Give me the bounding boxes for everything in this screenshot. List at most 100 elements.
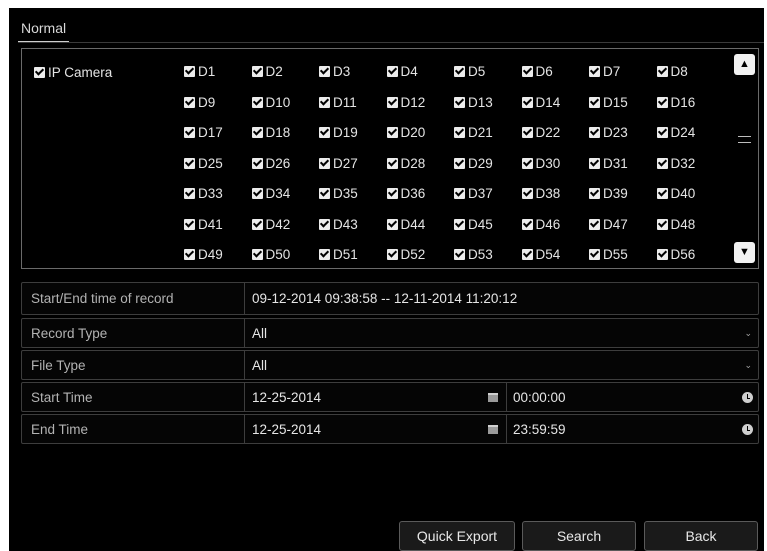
channel-checkbox[interactable]: D51 (319, 247, 387, 278)
checkbox-checked-icon (656, 157, 668, 169)
channel-label: D16 (670, 94, 696, 110)
channel-checkbox[interactable]: D41 (184, 217, 252, 248)
channel-checkbox[interactable]: D7 (589, 64, 657, 95)
checkbox-checked-icon (454, 66, 465, 77)
channel-checkbox[interactable]: D8 (656, 64, 725, 95)
channel-checkbox[interactable]: D18 (251, 125, 320, 156)
checkbox-checked-icon (656, 188, 668, 199)
record-type-select[interactable]: All (252, 319, 267, 347)
channel-checkbox[interactable]: D26 (251, 156, 320, 187)
tab-divider (18, 42, 764, 43)
channel-checkbox[interactable]: D54 (521, 247, 590, 278)
quick-export-button[interactable]: Quick Export (399, 521, 515, 551)
channel-label: D5 (468, 64, 486, 79)
scroll-track[interactable] (736, 78, 753, 239)
end-date-field[interactable]: 12-25-2014 (252, 415, 321, 443)
channel-checkbox[interactable]: D45 (454, 217, 522, 248)
channel-checkbox[interactable]: D20 (386, 125, 455, 156)
channel-checkbox[interactable]: D17 (184, 125, 252, 156)
tab-normal[interactable]: Normal (18, 15, 70, 43)
channel-checkbox[interactable]: D24 (656, 125, 725, 156)
scroll-up-button[interactable]: ▲ (734, 54, 755, 75)
checkbox-checked-icon (251, 188, 263, 199)
channel-checkbox[interactable]: D56 (656, 247, 725, 278)
end-time-label: End Time (31, 421, 89, 437)
channel-checkbox[interactable]: D28 (386, 156, 455, 187)
channel-checkbox[interactable]: D4 (386, 64, 455, 95)
channel-checkbox[interactable]: D16 (656, 94, 725, 126)
channel-checkbox[interactable]: D49 (184, 247, 252, 278)
channel-checkbox[interactable]: D46 (521, 217, 590, 248)
checkbox-checked-icon (589, 188, 600, 199)
channel-checkbox[interactable]: D43 (319, 217, 387, 248)
channel-checkbox[interactable]: D32 (656, 156, 725, 187)
checkbox-checked-icon (589, 249, 600, 260)
channel-checkbox[interactable]: D44 (386, 217, 455, 248)
channel-label: D41 (198, 216, 223, 232)
channel-checkbox[interactable]: D38 (521, 186, 590, 217)
channel-checkbox[interactable]: D15 (589, 95, 657, 126)
start-time-field[interactable]: 00:00:00 (513, 383, 566, 411)
channel-checkbox[interactable]: D22 (521, 125, 590, 156)
calendar-icon[interactable] (488, 425, 498, 434)
channel-checkbox[interactable]: D30 (521, 156, 590, 187)
channel-checkbox[interactable]: D37 (454, 186, 522, 217)
camera-selection-panel: IP Camera D1 D2 D3 D4 D5 D6 D7 D8 D9 D10 D11 D12 D13… (21, 48, 759, 269)
channel-checkbox[interactable]: D5 (454, 64, 522, 95)
checkbox-checked-icon (184, 127, 195, 138)
start-date-field[interactable]: 12-25-2014 (252, 383, 321, 411)
channel-label: D53 (468, 247, 493, 262)
record-type-row: Record Type All ⌄ (21, 318, 759, 348)
channel-checkbox[interactable]: D29 (454, 156, 522, 187)
channel-checkbox[interactable]: D53 (454, 247, 522, 278)
chevron-down-icon[interactable]: ⌄ (744, 351, 752, 379)
end-time-field[interactable]: 23:59:59 (513, 415, 566, 443)
channel-checkbox[interactable]: D50 (251, 247, 320, 278)
channel-checkbox[interactable]: D34 (251, 186, 320, 217)
channel-checkbox[interactable]: D35 (319, 186, 387, 217)
channel-checkbox[interactable]: D52 (386, 247, 455, 278)
channel-checkbox[interactable]: D2 (251, 64, 320, 95)
ip-camera-checkbox[interactable]: IP Camera (34, 65, 112, 80)
channel-checkbox[interactable]: D11 (319, 95, 387, 126)
channel-checkbox[interactable]: D39 (589, 186, 657, 217)
back-button[interactable]: Back (644, 521, 758, 551)
channel-checkbox[interactable]: D27 (319, 156, 387, 187)
channel-checkbox[interactable]: D33 (184, 186, 252, 217)
channel-checkbox[interactable]: D19 (319, 125, 387, 156)
checkbox-checked-icon (386, 218, 398, 230)
channel-checkbox[interactable]: D13 (454, 95, 522, 126)
channel-label: D33 (198, 186, 223, 201)
checkbox-checked-icon (184, 218, 195, 230)
channel-label: D48 (670, 216, 696, 232)
channel-checkbox[interactable]: D47 (589, 217, 657, 248)
file-type-select[interactable]: All (252, 351, 267, 379)
channel-checkbox[interactable]: D48 (656, 216, 725, 248)
channel-checkbox[interactable]: D40 (656, 186, 725, 217)
channel-checkbox[interactable]: D21 (454, 125, 522, 156)
channel-checkbox[interactable]: D31 (589, 156, 657, 187)
channel-checkbox[interactable]: D9 (184, 95, 252, 126)
search-button[interactable]: Search (522, 521, 636, 551)
scroll-thumb[interactable] (738, 136, 751, 150)
clock-icon[interactable] (742, 392, 753, 403)
channel-checkbox[interactable]: D55 (589, 247, 657, 278)
channel-checkbox[interactable]: D1 (184, 64, 252, 95)
file-type-row: File Type All ⌄ (21, 350, 759, 380)
clock-icon[interactable] (742, 424, 753, 435)
calendar-icon[interactable] (488, 393, 498, 402)
record-range-label: Start/End time of record (31, 291, 174, 306)
chevron-down-icon[interactable]: ⌄ (744, 319, 752, 347)
channel-checkbox[interactable]: D6 (521, 64, 590, 95)
channel-checkbox[interactable]: D25 (184, 156, 252, 187)
scroll-down-button[interactable]: ▼ (734, 242, 755, 263)
channel-scrollbar[interactable]: ▲ ▼ (734, 54, 755, 263)
channel-checkbox[interactable]: D14 (521, 95, 590, 126)
channel-checkbox[interactable]: D12 (386, 95, 455, 126)
channel-checkbox[interactable]: D42 (251, 217, 320, 248)
checkbox-checked-icon (386, 188, 398, 199)
channel-checkbox[interactable]: D10 (251, 95, 320, 126)
channel-checkbox[interactable]: D36 (386, 186, 455, 217)
channel-checkbox[interactable]: D23 (589, 125, 657, 156)
channel-checkbox[interactable]: D3 (319, 64, 387, 95)
